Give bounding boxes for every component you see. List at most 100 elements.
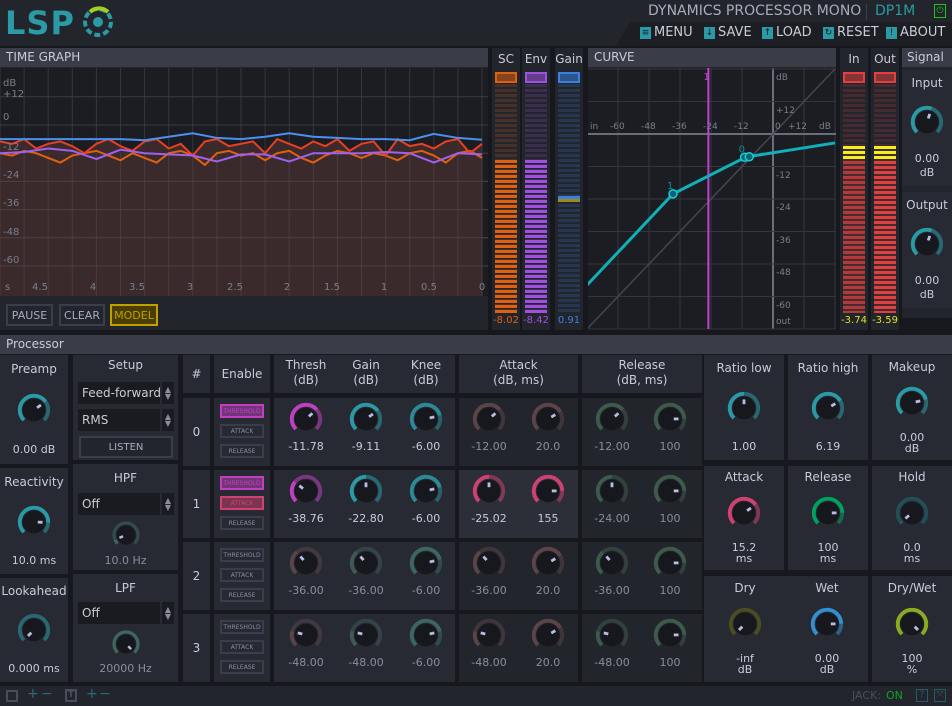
knob-dial[interactable] — [287, 616, 325, 654]
knob-dial[interactable] — [15, 503, 53, 541]
type-select[interactable]: RMS ▲ ▼ — [78, 409, 174, 431]
enable-release-button[interactable]: RELEASE — [220, 516, 264, 530]
knob-dial[interactable] — [110, 519, 142, 551]
enable-attack-button[interactable]: ATTACK — [220, 568, 264, 582]
save-button[interactable]: ↓ SAVE — [704, 25, 752, 40]
knob-dial[interactable] — [15, 611, 53, 649]
time-graph[interactable]: dB+12 0 -12 -24 -36 -48 -60 s 4.5 4 3.5 3 2.5 2 1.5 1 0.… — [0, 68, 488, 296]
knob-dial[interactable] — [908, 103, 946, 141]
knob-dial[interactable] — [893, 494, 931, 532]
hpf-select[interactable]: Off ▲ ▼ — [78, 493, 174, 515]
out-meter-value: -3.59 — [872, 315, 898, 326]
env-color-swatch[interactable] — [525, 72, 547, 83]
knob-value: 0.00 — [914, 274, 940, 288]
knob-dial[interactable] — [593, 544, 631, 582]
power-icon[interactable]: ⏻ — [934, 4, 946, 18]
enable-release-button[interactable]: RELEASE — [220, 660, 264, 674]
knob-dial[interactable] — [893, 384, 931, 422]
knob-dial[interactable] — [470, 616, 508, 654]
x-axis-label: dB — [819, 122, 831, 132]
knob-dial[interactable] — [407, 544, 445, 582]
in-color-swatch[interactable] — [843, 72, 865, 83]
knob-dial[interactable] — [893, 605, 931, 643]
knob-dial[interactable] — [470, 544, 508, 582]
reset-button[interactable]: ↻ RESET — [823, 25, 879, 40]
knob-dial[interactable] — [808, 605, 846, 643]
knob-dial[interactable] — [347, 616, 385, 654]
knob-dial[interactable] — [593, 400, 631, 438]
x-tick-label: 4.5 — [32, 282, 48, 293]
font-increase-button[interactable]: + — [86, 686, 98, 702]
knob-dial[interactable] — [908, 225, 946, 263]
knob-dial[interactable] — [110, 628, 142, 660]
hpf-knob[interactable] — [110, 519, 142, 554]
curve-handle[interactable] — [744, 152, 754, 162]
help-icon[interactable]: ? — [916, 689, 928, 702]
knob-dial[interactable] — [347, 472, 385, 510]
knob-dial[interactable] — [726, 605, 764, 643]
gain-color-swatch[interactable] — [558, 72, 580, 83]
knob-unit: ms — [903, 551, 921, 565]
knob-dial[interactable] — [529, 472, 567, 510]
font-decrease-button[interactable]: − — [99, 686, 111, 702]
knob-dial[interactable] — [407, 616, 445, 654]
knob-dial[interactable] — [593, 616, 631, 654]
enable-release-button[interactable]: RELEASE — [220, 444, 264, 458]
enable-attack-button[interactable]: ATTACK — [220, 640, 264, 654]
lpf-label: LPF — [115, 581, 136, 595]
knob-dial[interactable] — [725, 389, 763, 427]
jack-label: JACK: — [852, 689, 881, 702]
knob-dial[interactable] — [287, 544, 325, 582]
enable-threshold-button[interactable]: THRESHOLD — [220, 404, 264, 418]
load-button[interactable]: ↑ LOAD — [762, 25, 812, 40]
mode-select[interactable]: Feed-forward ▲ ▼ — [78, 382, 174, 404]
zoom-in-button[interactable]: + — [27, 686, 39, 702]
fullscreen-icon[interactable]: ⤧ — [934, 689, 946, 702]
knob-dial[interactable] — [470, 400, 508, 438]
curve-graph[interactable]: 1 1 0 in -60 -48 -36 -24 -12 0 +12 dB dB +12 -12 -24 -36… — [588, 68, 836, 329]
lpf-knob[interactable] — [110, 628, 142, 663]
model-button[interactable]: MODEL — [110, 304, 158, 326]
type-value: RMS — [82, 413, 109, 427]
enable-attack-button[interactable]: ATTACK — [220, 496, 264, 510]
knob-dial[interactable] — [529, 544, 567, 582]
knob-dial[interactable] — [529, 616, 567, 654]
knob-dial[interactable] — [725, 494, 763, 532]
sc-color-swatch[interactable] — [495, 72, 517, 83]
knob-dial[interactable] — [347, 544, 385, 582]
knob-dial[interactable] — [809, 389, 847, 427]
knob-dial[interactable] — [651, 472, 689, 510]
knob-value: -6.00 — [411, 584, 441, 597]
enable-threshold-button[interactable]: THRESHOLD — [220, 476, 264, 490]
enable-attack-button[interactable]: ATTACK — [220, 424, 264, 438]
about-button[interactable]: ! ABOUT — [886, 25, 945, 40]
pause-button[interactable]: PAUSE — [6, 304, 53, 326]
knob-dial[interactable] — [407, 400, 445, 438]
knob-unit: dB — [737, 663, 753, 677]
listen-button[interactable]: LISTEN — [79, 436, 173, 458]
font-size-icon[interactable]: T — [65, 689, 77, 702]
out-color-swatch[interactable] — [874, 72, 896, 83]
knob-dial[interactable] — [407, 472, 445, 510]
knob-value: -6.00 — [411, 440, 441, 453]
clear-button[interactable]: CLEAR — [59, 304, 105, 326]
knob-dial[interactable] — [593, 472, 631, 510]
window-size-icon[interactable] — [6, 690, 18, 702]
knob-dial[interactable] — [287, 400, 325, 438]
knob-dial[interactable] — [470, 472, 508, 510]
lpf-select[interactable]: Off ▲ ▼ — [78, 602, 174, 624]
knob-dial[interactable] — [287, 472, 325, 510]
enable-threshold-button[interactable]: THRESHOLD — [220, 548, 264, 562]
menu-button[interactable]: ≡ MENU — [640, 25, 693, 40]
knob-dial[interactable] — [651, 616, 689, 654]
knob-dial[interactable] — [15, 391, 53, 429]
enable-threshold-button[interactable]: THRESHOLD — [220, 620, 264, 634]
knob-dial[interactable] — [347, 400, 385, 438]
knob-dial[interactable] — [651, 400, 689, 438]
enable-release-button[interactable]: RELEASE — [220, 588, 264, 602]
zoom-out-button[interactable]: − — [41, 686, 53, 702]
knob-dial[interactable] — [529, 400, 567, 438]
rel-ms-knob: 100 — [640, 400, 700, 466]
knob-dial[interactable] — [651, 544, 689, 582]
knob-dial[interactable] — [809, 494, 847, 532]
